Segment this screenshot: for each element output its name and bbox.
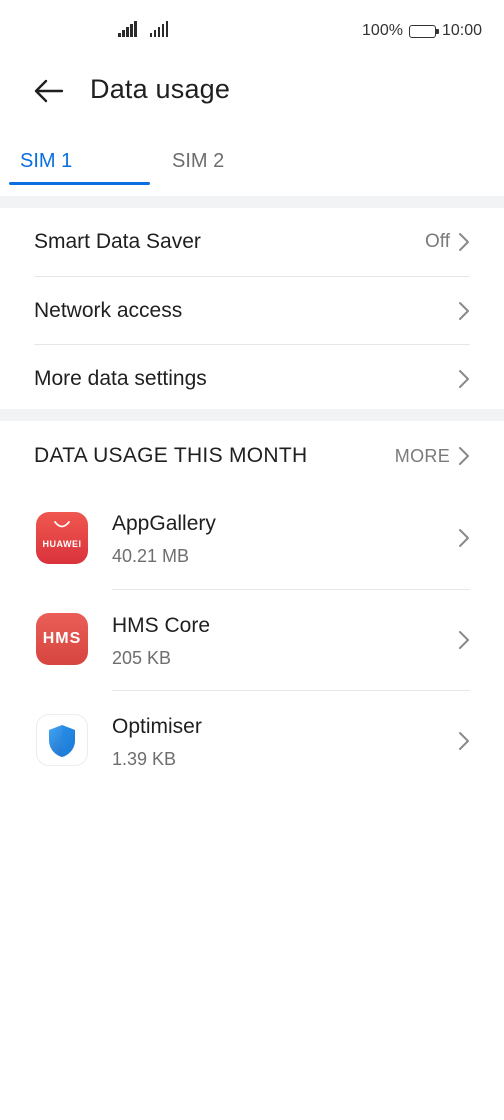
smart-data-saver-row[interactable]: Smart Data Saver Off	[34, 208, 470, 276]
app-data-usage: 1.39 KB	[112, 749, 177, 769]
appgallery-icon-text: HUAWEI	[42, 539, 82, 549]
tab-selected-indicator	[9, 182, 150, 185]
section-title: DATA USAGE THIS MONTH	[34, 444, 308, 467]
app-name: HMS Core	[112, 614, 211, 637]
back-button[interactable]	[28, 70, 70, 112]
row-label: Smart Data Saver	[34, 230, 201, 253]
smart-data-saver-status: Off	[425, 231, 450, 252]
more-data-settings-row[interactable]: More data settings	[34, 344, 470, 412]
app-row-appgallery[interactable]: HUAWEI AppGallery 40.21 MB	[0, 488, 504, 589]
tab-sim-1[interactable]: SIM 1	[20, 150, 72, 173]
appgallery-icon: HUAWEI	[36, 512, 88, 564]
chevron-right-icon	[459, 631, 469, 649]
battery-icon	[408, 24, 439, 38]
clock: 10:00	[441, 22, 482, 39]
app-data-usage: 205 KB	[112, 648, 172, 668]
app-name: AppGallery	[112, 512, 216, 535]
row-label: More data settings	[34, 366, 207, 390]
signal-indicators	[118, 21, 168, 37]
network-access-row[interactable]: Network access	[34, 276, 470, 344]
battery-percent: 100%	[362, 22, 403, 39]
row-label: Network access	[34, 298, 183, 322]
tab-sim-2[interactable]: SIM 2	[172, 150, 224, 173]
signal-strength-sim1-icon	[118, 21, 137, 37]
signal-strength-sim2-icon	[149, 21, 168, 37]
hms-icon-text: HMS	[42, 630, 82, 647]
app-bar: Data usage	[0, 62, 504, 120]
arrow-left-icon	[34, 79, 64, 103]
data-usage-screen: 100% 10:00 Data usage SIM 1 SIM 2 Smart …	[0, 0, 504, 1120]
app-row-optimiser[interactable]: Optimiser 1.39 KB	[0, 690, 504, 791]
settings-list: Smart Data Saver Off Network access More…	[0, 208, 504, 412]
section-divider	[0, 196, 504, 208]
more-label: MORE	[394, 445, 450, 466]
app-usage-list: HUAWEI AppGallery 40.21 MB HMS HMS Core …	[0, 488, 504, 791]
chevron-right-icon	[459, 370, 469, 388]
page-title: Data usage	[90, 74, 231, 104]
shield-icon	[36, 714, 88, 766]
chevron-right-icon	[459, 302, 469, 320]
hms-core-icon: HMS	[36, 613, 88, 665]
chevron-right-icon	[459, 732, 469, 750]
app-row-hms-core[interactable]: HMS HMS Core 205 KB	[0, 589, 504, 690]
data-usage-section-header: DATA USAGE THIS MONTH MORE	[34, 436, 470, 476]
status-bar: 100% 10:00	[0, 0, 504, 62]
sim-tabs: SIM 1 SIM 2	[0, 140, 504, 188]
chevron-right-icon	[459, 233, 469, 251]
more-button[interactable]: MORE	[395, 442, 470, 470]
app-name: Optimiser	[112, 715, 202, 738]
chevron-right-icon	[459, 447, 469, 465]
app-data-usage: 40.21 MB	[112, 546, 190, 566]
chevron-right-icon	[459, 529, 469, 547]
section-divider	[0, 409, 504, 421]
status-right: 100% 10:00	[362, 20, 482, 42]
